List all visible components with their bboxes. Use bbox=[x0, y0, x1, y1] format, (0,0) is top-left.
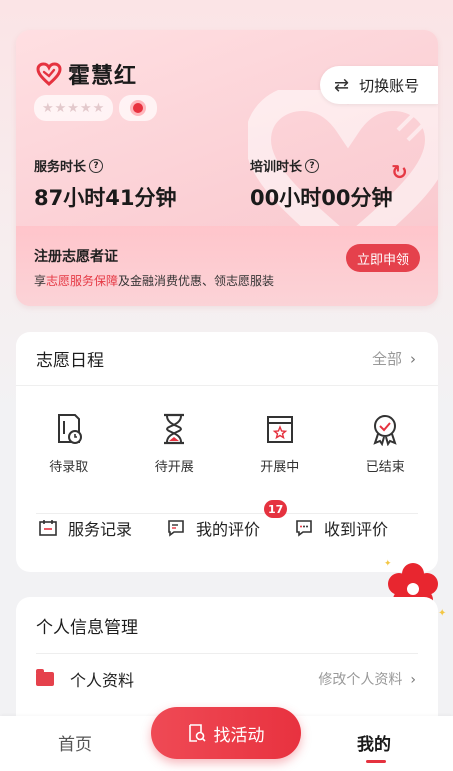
medal-icon bbox=[119, 95, 158, 121]
folder-icon bbox=[36, 669, 54, 686]
status-in-progress[interactable]: 开展中 bbox=[227, 412, 333, 475]
level-badges: ★★★★★ bbox=[34, 95, 158, 121]
record-icon bbox=[39, 520, 57, 536]
award-icon bbox=[373, 415, 397, 446]
benefit-link[interactable]: 志愿服务保障 bbox=[46, 274, 118, 288]
switch-account-button[interactable]: ⇄ 切换账号 bbox=[320, 66, 438, 104]
profile-label: 个人资料 bbox=[70, 671, 135, 690]
divider bbox=[36, 513, 418, 514]
status-row: 待录取 待开展 开展中 已结束 bbox=[16, 412, 438, 475]
help-icon[interactable]: ? bbox=[89, 158, 104, 173]
name-row: 霍慧红 bbox=[36, 58, 137, 90]
user-name: 霍慧红 bbox=[68, 64, 138, 89]
document-clock-icon bbox=[57, 414, 82, 444]
switch-account-label: 切换账号 bbox=[359, 76, 420, 95]
svg-text:✦: ✦ bbox=[384, 559, 392, 569]
service-record-link[interactable]: 服务记录 bbox=[38, 516, 132, 540]
my-review-link[interactable]: 我的评价 17 bbox=[166, 500, 288, 540]
service-hours-label: 服务时长 ? bbox=[34, 156, 104, 175]
hourglass-icon bbox=[164, 413, 185, 445]
training-hours-value: 00小时00分钟 bbox=[250, 186, 393, 210]
edit-profile-link[interactable]: 修改个人资料 › bbox=[318, 669, 416, 689]
star-rating: ★★★★★ bbox=[34, 95, 114, 121]
chevron-right-icon: › bbox=[410, 350, 416, 368]
profile-card: 霍慧红 ★★★★★ ⇄ 切换账号 服务时长 ? 87小时41分钟 培训时长 ? … bbox=[16, 30, 438, 306]
service-hours-value: 87小时41分钟 bbox=[34, 186, 177, 210]
training-hours-label: 培训时长 ? bbox=[250, 156, 320, 175]
register-banner[interactable]: 注册志愿者证 享志愿服务保障及金融消费优惠、领志愿服装 立即申领 bbox=[16, 226, 438, 306]
swap-icon: ⇄ bbox=[334, 74, 350, 96]
received-review-link[interactable]: 收到评价 bbox=[294, 516, 388, 540]
schedule-header: 志愿日程 全部 › bbox=[16, 332, 438, 386]
status-ended[interactable]: 已结束 bbox=[333, 412, 439, 475]
profile-row[interactable]: 个人资料 修改个人资料 › bbox=[36, 667, 416, 691]
info-title: 个人信息管理 bbox=[36, 618, 138, 638]
status-pending-admission[interactable]: 待录取 bbox=[16, 412, 122, 475]
register-title: 注册志愿者证 bbox=[34, 249, 118, 265]
calendar-star-icon bbox=[266, 416, 293, 443]
chevron-right-icon: › bbox=[410, 672, 416, 688]
find-activity-button[interactable]: 找活动 bbox=[151, 707, 301, 759]
search-document-icon bbox=[188, 724, 206, 742]
schedule-card: 志愿日程 全部 › 待录取 待开展 开展中 已结束 服务记录 我的评价 17 收… bbox=[16, 332, 438, 572]
active-indicator bbox=[366, 760, 386, 763]
my-review-icon bbox=[168, 520, 184, 537]
svg-text:✦: ✦ bbox=[438, 608, 446, 619]
help-icon[interactable]: ? bbox=[305, 158, 320, 173]
nav-home[interactable]: 首页 bbox=[58, 730, 92, 755]
refresh-icon[interactable]: ↻ bbox=[391, 160, 408, 184]
divider bbox=[36, 653, 418, 654]
heart-logo-icon bbox=[36, 62, 62, 86]
schedule-title: 志愿日程 bbox=[36, 351, 104, 371]
apply-button[interactable]: 立即申领 bbox=[346, 244, 420, 272]
register-description: 享志愿服务保障及金融消费优惠、领志愿服装 bbox=[34, 274, 275, 288]
chat-icon bbox=[296, 520, 312, 537]
view-all-link[interactable]: 全部 › bbox=[372, 348, 416, 369]
status-pending-start[interactable]: 待开展 bbox=[122, 412, 228, 475]
review-count-badge: 17 bbox=[264, 500, 288, 518]
nav-mine[interactable]: 我的 bbox=[357, 730, 391, 755]
